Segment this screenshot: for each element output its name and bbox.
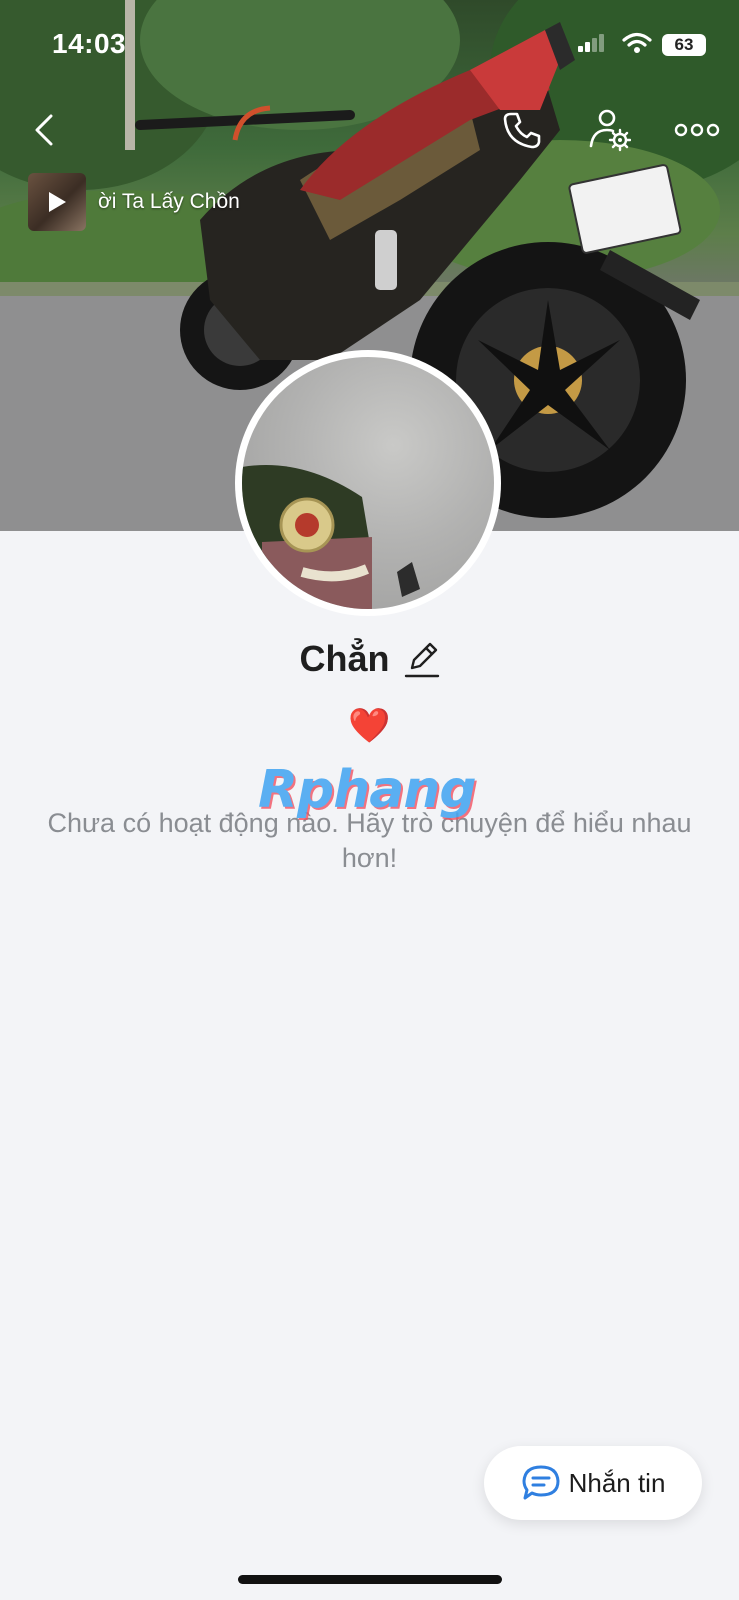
more-dots-icon (674, 123, 720, 137)
watermark-logo: Rphang (258, 760, 477, 820)
battery-indicator: 63 (662, 34, 706, 56)
avatar-photo (242, 357, 494, 609)
profile-bio: ❤️ (348, 707, 391, 745)
send-message-button[interactable]: Nhắn tin (484, 1446, 702, 1520)
chat-bubble-icon (522, 1465, 560, 1500)
wifi-icon (622, 32, 652, 53)
phone-icon (503, 112, 541, 149)
more-options-button[interactable] (668, 108, 726, 152)
profile-name: Chẳn (299, 638, 390, 679)
status-time: 14:03 (52, 28, 127, 59)
avatar[interactable] (235, 350, 501, 616)
name-row: Chẳn (0, 638, 739, 680)
cellular-signal-icon (578, 34, 604, 52)
profile-settings-button[interactable] (587, 108, 631, 152)
music-title: ời Ta Lấy Chồn (98, 190, 240, 213)
profile-music[interactable]: ời Ta Lấy Chồn (28, 172, 240, 232)
music-thumbnail[interactable] (28, 173, 86, 231)
back-button[interactable] (22, 108, 66, 152)
avatar-image (242, 465, 420, 609)
person-settings-icon (589, 109, 631, 152)
status-bar: 14:03 63 (0, 0, 739, 90)
back-arrow-icon (35, 114, 53, 146)
call-button[interactable] (500, 108, 544, 152)
play-icon (49, 192, 66, 212)
send-message-label: Nhắn tin (568, 1467, 666, 1498)
home-indicator[interactable] (238, 1575, 502, 1584)
edit-name-button[interactable] (404, 638, 440, 680)
